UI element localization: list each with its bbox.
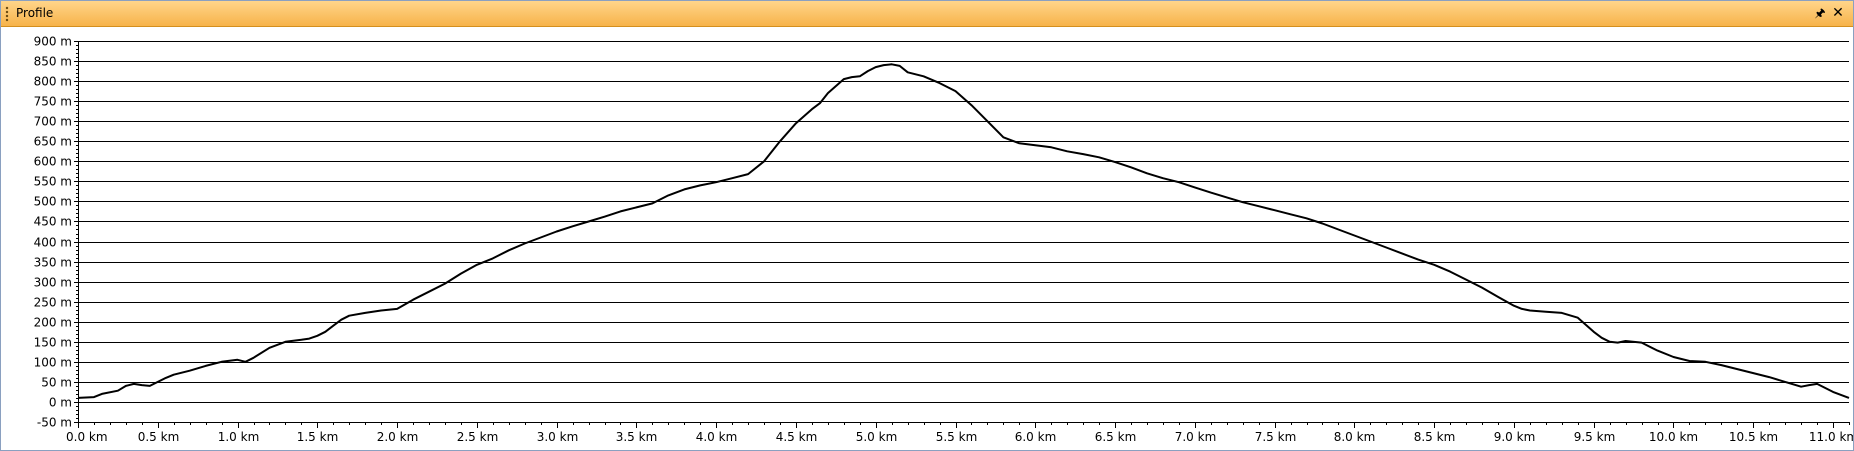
x-tick-label: 10.0 km (1649, 430, 1698, 444)
x-tick-label: 1.5 km (297, 430, 339, 444)
y-tick-label: 450 m (34, 215, 72, 229)
x-tick-label: 2.5 km (457, 430, 499, 444)
x-tick-label: 0.0 km (66, 430, 108, 444)
y-tick-label: 500 m (34, 195, 72, 209)
x-tick-label: 2.0 km (377, 430, 419, 444)
x-tick-label: 8.0 km (1334, 430, 1376, 444)
y-tick-label: 50 m (41, 376, 72, 390)
x-tick-label: 4.5 km (776, 430, 818, 444)
x-tick-labels: 0.0 km 0.5 km 1.0 km 1.5 km 2.0 km 2.5 km 3.0 … (66, 430, 1853, 444)
x-tick-label: 0.5 km (138, 430, 180, 444)
y-tick-label: 900 m (34, 35, 72, 49)
axes (74, 41, 1850, 428)
y-tick-label: 400 m (34, 236, 72, 250)
y-tick-label: 800 m (34, 75, 72, 89)
x-tick-label: 5.5 km (936, 430, 978, 444)
window-title: Profile (16, 6, 54, 20)
x-tick-label: 1.0 km (218, 430, 260, 444)
elevation-line (77, 63, 1850, 399)
y-tick-labels: 900 m 850 m 800 m 750 m 700 m 650 m 600 m 550 m… (34, 35, 72, 430)
y-tick-label: 250 m (34, 296, 72, 310)
x-tick-label: 8.5 km (1414, 430, 1456, 444)
close-icon[interactable]: ✕ (1831, 5, 1845, 21)
x-tick-label: 9.0 km (1494, 430, 1536, 444)
y-tick-label: 700 m (34, 115, 72, 129)
x-tick-label: 11.0 km (1809, 430, 1853, 444)
title-bar[interactable]: Profile 🖈 ✕ (1, 1, 1853, 27)
x-tick-label: 7.0 km (1175, 430, 1217, 444)
y-tick-label: 600 m (34, 155, 72, 169)
x-tick-label: 5.0 km (856, 430, 898, 444)
y-tick-label: 350 m (34, 256, 72, 270)
drag-grip-icon[interactable] (5, 6, 9, 22)
y-tick-label: 200 m (34, 316, 72, 330)
y-tick-label: 750 m (34, 95, 72, 109)
x-tick-label: 4.0 km (696, 430, 738, 444)
profile-chart: 900 m 850 m 800 m 750 m 700 m 650 m 600 m 550 m… (1, 27, 1853, 450)
x-tick-label: 10.5 km (1729, 430, 1778, 444)
y-tick-label: 150 m (34, 336, 72, 350)
y-tick-label: 650 m (34, 135, 72, 149)
y-tick-label: 0 m (49, 396, 72, 410)
pin-icon[interactable]: 🖈 (1813, 5, 1827, 21)
y-tick-label: 300 m (34, 276, 72, 290)
y-tick-label: -50 m (37, 416, 72, 430)
profile-window: Profile 🖈 ✕ 900 m 850 m 800 m 750 m 700 m 650… (0, 0, 1854, 451)
x-tick-label: 6.5 km (1095, 430, 1137, 444)
elevation-series (77, 63, 1850, 399)
x-tick-label: 3.0 km (537, 430, 579, 444)
x-tick-label: 9.5 km (1574, 430, 1616, 444)
y-tick-label: 850 m (34, 55, 72, 69)
x-tick-label: 6.0 km (1015, 430, 1057, 444)
y-tick-label: 100 m (34, 356, 72, 370)
elevation-profile-svg: 900 m 850 m 800 m 750 m 700 m 650 m 600 m 550 m… (34, 35, 1853, 445)
y-tick-label: 550 m (34, 175, 72, 189)
x-tick-label: 3.5 km (616, 430, 658, 444)
x-tick-label: 7.5 km (1255, 430, 1297, 444)
